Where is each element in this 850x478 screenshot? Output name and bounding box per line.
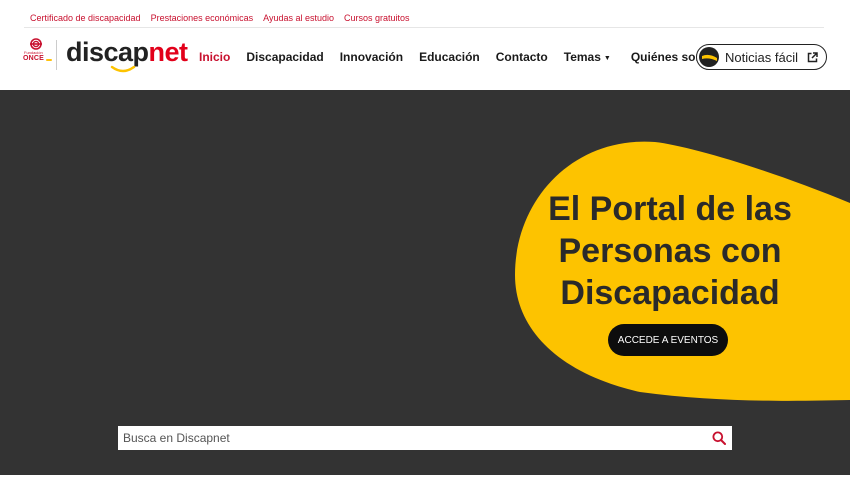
top-link-certificado[interactable]: Certificado de discapacidad: [30, 13, 141, 23]
hero-title: El Portal de las Personas con Discapacid…: [530, 188, 810, 314]
discapnet-logo[interactable]: discapnet: [66, 37, 188, 77]
search-input[interactable]: [118, 426, 712, 450]
nav-inicio[interactable]: Inicio: [199, 50, 230, 64]
external-link-icon: [807, 51, 818, 62]
once-accent-bar: [46, 59, 52, 61]
smile-icon: [110, 65, 136, 73]
nav-temas-label: Temas: [563, 50, 601, 64]
search-icon[interactable]: [712, 431, 726, 445]
search-bar: [118, 426, 732, 450]
once-rings-icon: [30, 38, 42, 50]
logo-separator: [56, 40, 57, 70]
hero-title-line3: Discapacidad: [560, 274, 780, 312]
hero-title-line1: El Portal de las: [548, 190, 792, 228]
site-header: Fundación ONCE discapnet Inicio Discapac…: [0, 28, 850, 90]
noticias-facil-label: Noticias fácil: [725, 49, 798, 65]
fundacion-once-logo[interactable]: Fundación ONCE: [22, 38, 52, 64]
noticias-facil-button[interactable]: Noticias fácil: [696, 44, 827, 70]
hero-banner: El Portal de las Personas con Discapacid…: [0, 90, 850, 475]
once-label: ONCE: [23, 55, 45, 62]
chevron-down-icon: ▼: [603, 55, 611, 62]
accede-eventos-button[interactable]: ACCEDE A EVENTOS: [608, 324, 728, 356]
nav-temas[interactable]: Temas ▼: [564, 50, 611, 64]
nav-innovacion[interactable]: Innovación: [340, 50, 403, 64]
hero-title-line2: Personas con: [558, 232, 782, 270]
top-link-cursos[interactable]: Cursos gratuitos: [344, 13, 410, 23]
top-link-prestaciones[interactable]: Prestaciones económicas: [151, 13, 254, 23]
main-nav: Inicio Discapacidad Innovación Educación…: [199, 48, 736, 66]
nav-discapacidad[interactable]: Discapacidad: [246, 50, 323, 64]
top-link-ayudas[interactable]: Ayudas al estudio: [263, 13, 334, 23]
brand-part1: discap: [66, 37, 149, 67]
easy-read-icon: [699, 47, 719, 67]
nav-educacion[interactable]: Educación: [419, 50, 480, 64]
top-utility-links: Certificado de discapacidad Prestaciones…: [30, 12, 410, 24]
brand-part2: net: [148, 37, 189, 67]
nav-contacto[interactable]: Contacto: [496, 50, 548, 64]
